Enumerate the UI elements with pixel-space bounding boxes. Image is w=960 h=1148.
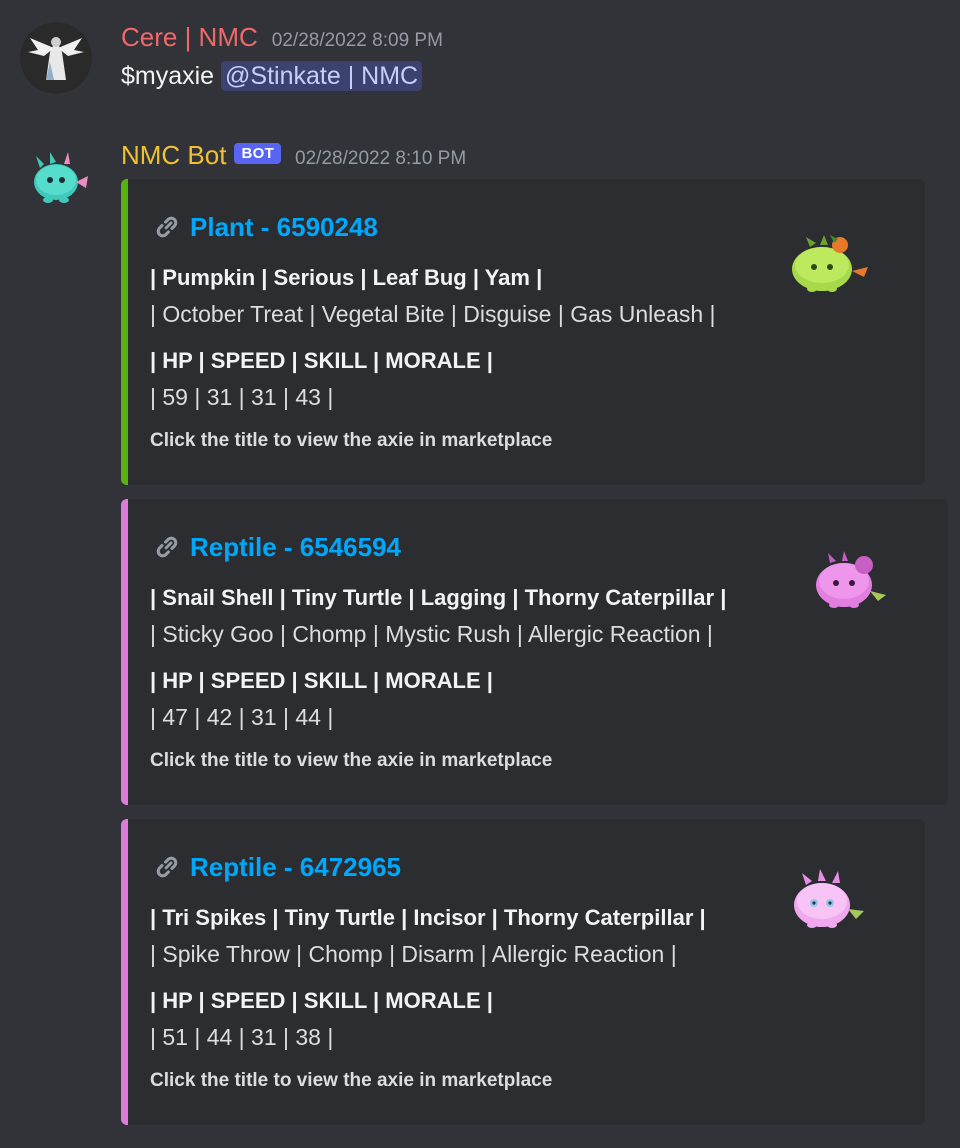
link-icon bbox=[156, 856, 178, 878]
bot-badge: BOT bbox=[234, 143, 282, 164]
username[interactable]: NMC Bot bbox=[121, 140, 226, 171]
axie-abilities: | October Treat | Vegetal Bite | Disguis… bbox=[150, 301, 716, 327]
timestamp: 02/28/2022 8:10 PM bbox=[295, 148, 467, 169]
bot-avatar[interactable] bbox=[20, 140, 92, 212]
user-mention[interactable]: @Stinkate | NMC bbox=[221, 61, 423, 91]
reptile-axie-icon[interactable] bbox=[808, 549, 894, 620]
axie-abilities: | Sticky Goo | Chomp | Mystic Rush | All… bbox=[150, 621, 713, 647]
plant-axie-icon[interactable] bbox=[784, 231, 874, 302]
embed-title-link[interactable]: Reptile - 6472965 bbox=[150, 850, 401, 884]
message-content: $myaxie @Stinkate | NMC bbox=[121, 61, 423, 91]
embed-title[interactable]: Reptile - 6546594 bbox=[190, 532, 401, 563]
axie-parts: | Pumpkin | Serious | Leaf Bug | Yam | bbox=[150, 265, 543, 290]
embed-footer: Click the title to view the axie in mark… bbox=[150, 1070, 553, 1091]
stats-values: | 59 | 31 | 31 | 43 | bbox=[150, 384, 334, 410]
embed-title-link[interactable]: Reptile - 6546594 bbox=[150, 530, 401, 564]
embed-title[interactable]: Reptile - 6472965 bbox=[190, 852, 401, 883]
embed-title-link[interactable]: Plant - 6590248 bbox=[150, 210, 378, 244]
axie-embed: Reptile - 6546594 | Snail Shell | Tiny T… bbox=[121, 499, 948, 805]
stats-values: | 47 | 42 | 31 | 44 | bbox=[150, 704, 334, 730]
embed-title[interactable]: Plant - 6590248 bbox=[190, 212, 378, 243]
axie-embed: Reptile - 6472965 | Tri Spikes | Tiny Tu… bbox=[121, 819, 925, 1125]
axie-embed: Plant - 6590248 | Pumpkin | Serious | Le… bbox=[121, 179, 925, 485]
link-icon bbox=[156, 536, 178, 558]
embed-footer: Click the title to view the axie in mark… bbox=[150, 750, 553, 771]
timestamp: 02/28/2022 8:09 PM bbox=[271, 30, 443, 51]
embed-footer: Click the title to view the axie in mark… bbox=[150, 430, 553, 451]
stats-header: | HP | SPEED | SKILL | MORALE | bbox=[150, 988, 493, 1013]
axie-parts: | Snail Shell | Tiny Turtle | Lagging | … bbox=[150, 585, 727, 610]
stats-header: | HP | SPEED | SKILL | MORALE | bbox=[150, 668, 493, 693]
message-cere: Cere | NMC 02/28/2022 8:09 PM $myaxie @S… bbox=[0, 0, 960, 110]
axie-abilities: | Spike Throw | Chomp | Disarm | Allergi… bbox=[150, 941, 677, 967]
stats-header: | HP | SPEED | SKILL | MORALE | bbox=[150, 348, 493, 373]
username[interactable]: Cere | NMC bbox=[121, 22, 258, 53]
link-icon bbox=[156, 216, 178, 238]
message-text: $myaxie bbox=[121, 62, 222, 90]
stats-values: | 51 | 44 | 31 | 38 | bbox=[150, 1024, 334, 1050]
reptile-axie-icon[interactable] bbox=[786, 869, 872, 940]
user-avatar[interactable] bbox=[20, 22, 92, 94]
axie-parts: | Tri Spikes | Tiny Turtle | Incisor | T… bbox=[150, 905, 706, 930]
